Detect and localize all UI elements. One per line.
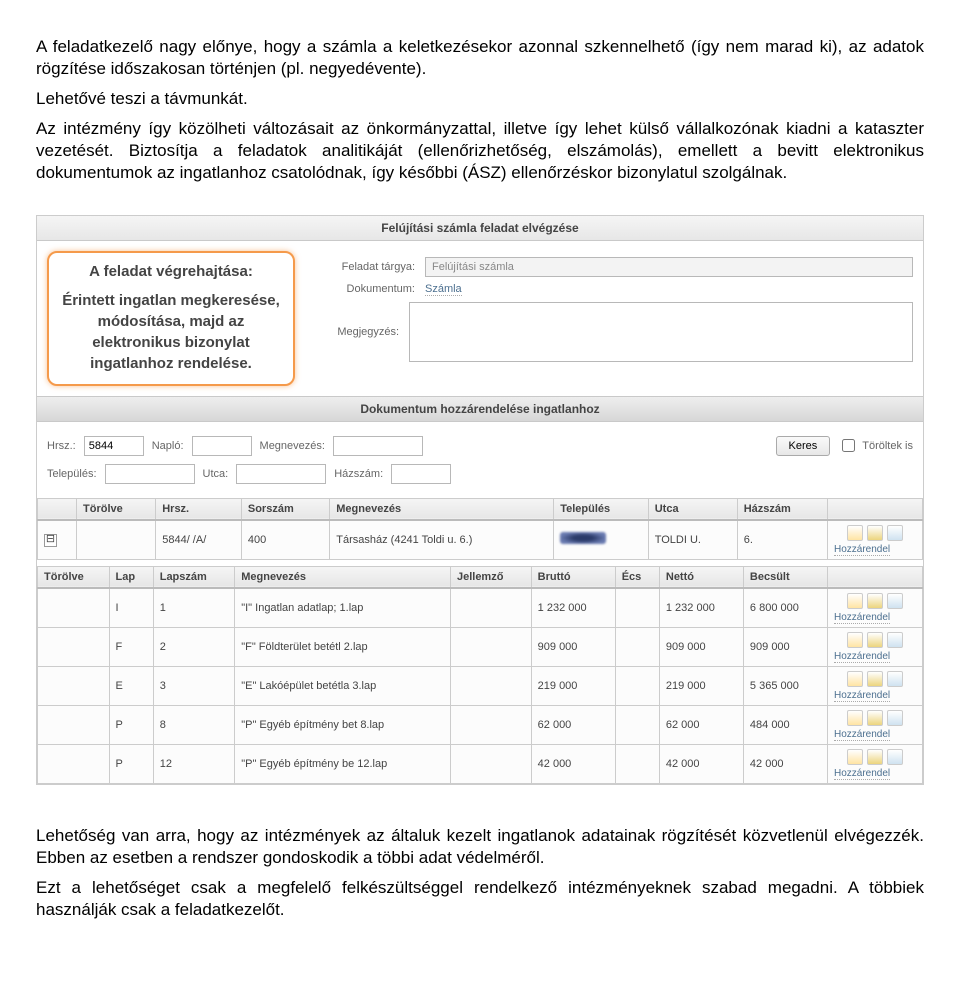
doc-icon[interactable] — [887, 710, 903, 726]
doc-icon[interactable] — [887, 749, 903, 765]
view-icon[interactable] — [847, 710, 863, 726]
edit-icon[interactable] — [867, 671, 883, 687]
task-form: Feladat tárgya: Dokumentum: Számla Megje… — [315, 251, 913, 386]
view-icon[interactable] — [847, 632, 863, 648]
column-header: Becsült — [743, 566, 827, 588]
label-telepules: Település: — [47, 468, 97, 480]
column-header: Utca — [648, 498, 737, 520]
hozzarendel-link[interactable]: Hozzárendel — [834, 729, 890, 741]
edit-icon[interactable] — [867, 525, 883, 541]
column-header: Megnevezés — [330, 498, 554, 520]
keres-button[interactable]: Keres — [776, 436, 831, 456]
view-icon[interactable] — [847, 749, 863, 765]
label-naplo: Napló: — [152, 440, 184, 452]
search-bar-row2: Település: Utca: Házszám: — [37, 464, 923, 492]
column-header: Törölve — [38, 566, 110, 588]
edit-icon[interactable] — [867, 749, 883, 765]
doc-paragraph: Lehetővé teszi a távmunkát. — [36, 88, 924, 110]
link-dokumentum[interactable]: Számla — [425, 283, 462, 296]
doc-paragraph: Lehetőség van arra, hogy az intézmények … — [36, 825, 924, 869]
label-utca: Utca: — [203, 468, 229, 480]
column-header: Lapszám — [153, 566, 235, 588]
table-row[interactable]: P8"P" Egyéb építmény bet 8.lap62 00062 0… — [38, 705, 923, 744]
label-dokumentum: Dokumentum: — [315, 283, 415, 295]
callout-body: Érintett ingatlan megkeresése, módosítás… — [61, 290, 281, 374]
edit-icon[interactable] — [867, 710, 883, 726]
input-utca[interactable] — [236, 464, 326, 484]
hozzarendel-link[interactable]: Hozzárendel — [834, 612, 890, 624]
toroltek-checkbox-label[interactable]: Töröltek is — [838, 436, 913, 455]
callout-title: A feladat végrehajtása: — [61, 263, 281, 280]
label-megnevezes: Megnevezés: — [260, 440, 325, 452]
input-naplo[interactable] — [192, 436, 252, 456]
label-hazszam: Házszám: — [334, 468, 383, 480]
input-hazszam[interactable] — [391, 464, 451, 484]
table-row[interactable]: P12"P" Egyéb építmény be 12.lap42 00042 … — [38, 744, 923, 783]
column-header: Lap — [109, 566, 153, 588]
doc-icon[interactable] — [887, 593, 903, 609]
edit-icon[interactable] — [867, 632, 883, 648]
table-row[interactable]: F2"F" Földterület betétl 2.lap909 000909… — [38, 627, 923, 666]
edit-icon[interactable] — [867, 593, 883, 609]
sheets-table: TörölveLapLapszámMegnevezésJellemzőBrutt… — [37, 566, 923, 784]
column-header: Bruttó — [531, 566, 615, 588]
doc-icon[interactable] — [887, 671, 903, 687]
view-icon[interactable] — [847, 525, 863, 541]
input-hrsz[interactable] — [84, 436, 144, 456]
hozzarendel-link[interactable]: Hozzárendel — [834, 768, 890, 780]
input-telepules[interactable] — [105, 464, 195, 484]
column-header: Sorszám — [241, 498, 329, 520]
column-header: Megnevezés — [235, 566, 451, 588]
label-megjegyzes: Megjegyzés: — [315, 326, 399, 338]
column-header: Écs — [615, 566, 659, 588]
textarea-megjegyzes[interactable] — [409, 302, 913, 362]
view-icon[interactable] — [847, 671, 863, 687]
input-megnevezes[interactable] — [333, 436, 423, 456]
column-header — [828, 566, 923, 588]
table-row[interactable]: ⊟ 5844/ /A/ 400 Társasház (4241 Toldi u.… — [38, 520, 923, 560]
label-feladat-targya: Feladat tárgya: — [315, 261, 415, 273]
input-feladat-targya[interactable] — [425, 257, 913, 277]
doc-paragraph: Az intézmény így közölheti változásait a… — [36, 118, 924, 184]
redacted-town — [560, 532, 606, 544]
label-hrsz: Hrsz.: — [47, 440, 76, 452]
section-title: Dokumentum hozzárendelése ingatlanhoz — [37, 396, 923, 422]
doc-paragraph: Ezt a lehetőséget csak a megfelelő felké… — [36, 877, 924, 921]
column-header — [828, 498, 923, 520]
column-header: Hrsz. — [156, 498, 242, 520]
column-header: Nettó — [659, 566, 743, 588]
search-bar: Hrsz.: Napló: Megnevezés: Keres Töröltek… — [37, 422, 923, 464]
app-window: Felújítási számla feladat elvégzése A fe… — [36, 215, 924, 785]
doc-icon[interactable] — [887, 525, 903, 541]
table-row[interactable]: I1"I" Ingatlan adatlap; 1.lap1 232 0001 … — [38, 588, 923, 628]
hozzarendel-link[interactable]: Hozzárendel — [834, 651, 890, 663]
view-icon[interactable] — [847, 593, 863, 609]
instruction-callout: A feladat végrehajtása: Érintett ingatla… — [47, 251, 295, 386]
toroltek-checkbox[interactable] — [842, 439, 855, 452]
property-table: TörölveHrsz.SorszámMegnevezésTelepülésUt… — [37, 498, 923, 560]
column-header: Település — [554, 498, 649, 520]
doc-icon[interactable] — [887, 632, 903, 648]
column-header: Törölve — [77, 498, 156, 520]
hozzarendel-link[interactable]: Hozzárendel — [834, 690, 890, 702]
table-row[interactable]: E3"E" Lakóépület betétla 3.lap219 000219… — [38, 666, 923, 705]
column-header: Házszám — [737, 498, 827, 520]
expand-icon[interactable]: ⊟ — [44, 534, 57, 547]
doc-paragraph: A feladatkezelő nagy előnye, hogy a szám… — [36, 36, 924, 80]
column-header — [38, 498, 77, 520]
column-header: Jellemző — [450, 566, 531, 588]
hozzarendel-link[interactable]: Hozzárendel — [834, 544, 890, 556]
window-title: Felújítási számla feladat elvégzése — [37, 216, 923, 241]
